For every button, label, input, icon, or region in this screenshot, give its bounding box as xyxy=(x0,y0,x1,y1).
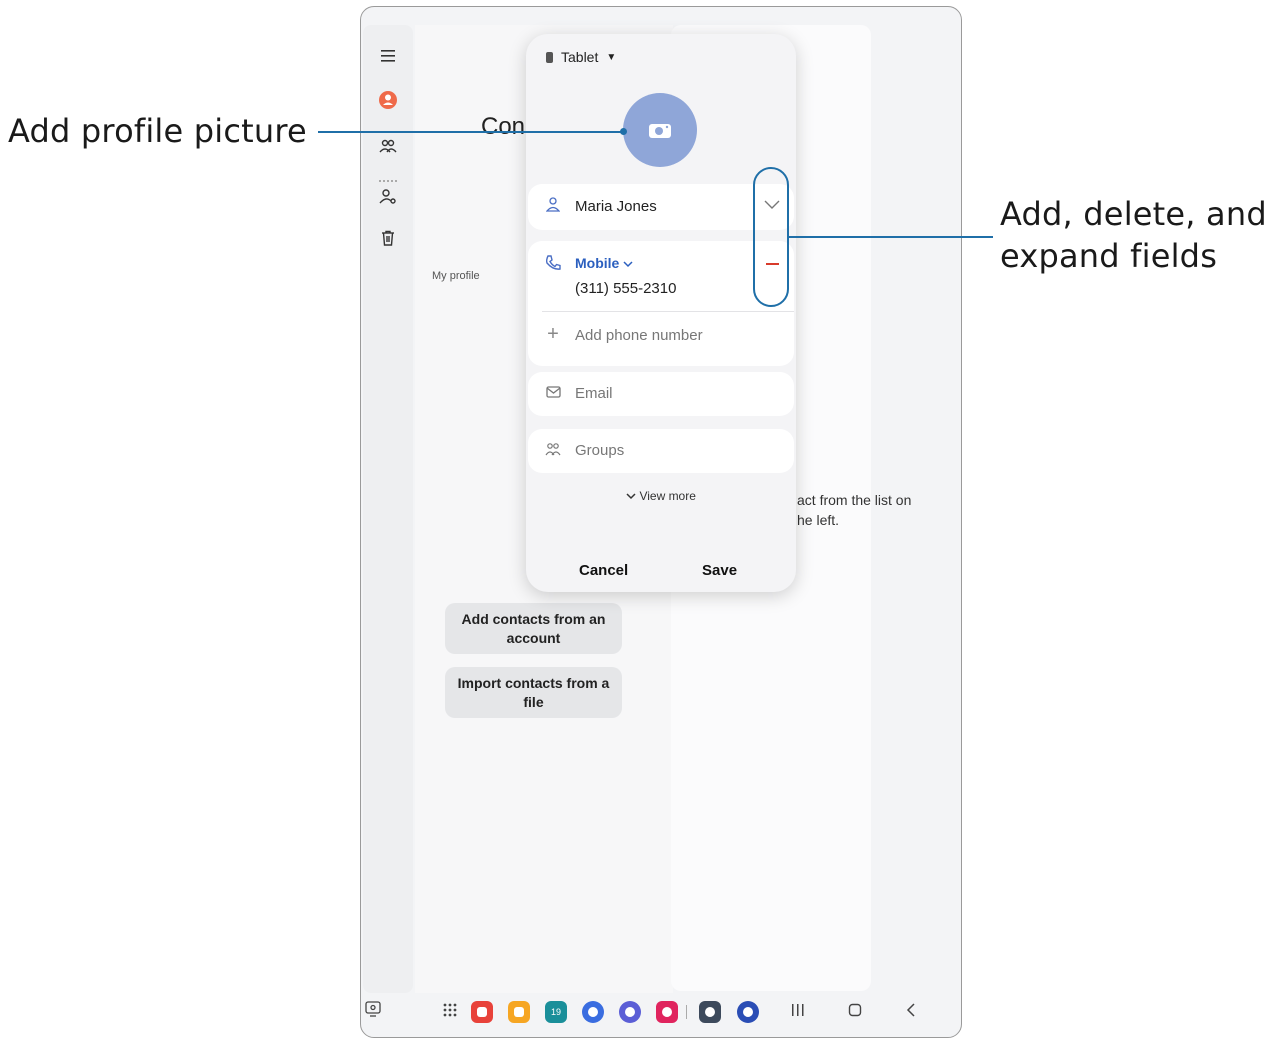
email-input[interactable]: Email xyxy=(575,385,613,402)
groups-field-card: Groups xyxy=(528,429,794,473)
email-field-card: Email xyxy=(528,372,794,416)
chevron-down-icon xyxy=(626,493,636,500)
camera-icon xyxy=(649,124,671,138)
leader-line-fields xyxy=(789,236,993,238)
settings-icon[interactable] xyxy=(699,1001,721,1023)
save-button[interactable]: Save xyxy=(702,562,737,579)
phone-icon xyxy=(544,255,562,275)
tablet-icon xyxy=(546,51,553,63)
menu-icon[interactable] xyxy=(377,45,399,67)
recent-apps-button[interactable] xyxy=(791,1003,805,1022)
edge-panel-icon[interactable] xyxy=(365,1001,381,1022)
storage-location-selector[interactable]: Tablet ▼ xyxy=(546,49,616,65)
dock-divider xyxy=(686,1005,687,1019)
contacts-icon[interactable] xyxy=(377,135,399,157)
messages-icon[interactable] xyxy=(582,1001,604,1023)
chevron-down-icon xyxy=(623,261,633,268)
add-contacts-from-account-button[interactable]: Add contacts from an account xyxy=(445,603,622,654)
screen-recorder-icon[interactable] xyxy=(656,1001,678,1023)
back-button[interactable] xyxy=(906,1003,916,1022)
empty-detail-message: act from the list on he left. xyxy=(797,490,961,530)
plus-icon: + xyxy=(547,323,559,345)
groups-input[interactable]: Groups xyxy=(575,442,624,459)
name-input[interactable]: Maria Jones xyxy=(575,198,657,215)
home-button[interactable] xyxy=(848,1003,862,1022)
my-profile-label: My profile xyxy=(432,270,480,282)
taskbar: 19 xyxy=(361,995,961,1035)
callout-add-profile-picture: Add profile picture xyxy=(8,112,307,150)
navigation-rail xyxy=(363,25,413,993)
profile-icon[interactable] xyxy=(377,89,399,111)
phone-type-selector[interactable]: Mobile xyxy=(575,255,633,271)
empty-line-2: he left. xyxy=(797,512,840,528)
create-contact-dialog: Tablet ▼ Maria Jones Mobile (311) 555-23… xyxy=(526,34,796,592)
person-icon xyxy=(544,196,562,216)
view-more-label: View more xyxy=(639,489,696,503)
phone-input[interactable]: (311) 555-2310 xyxy=(575,280,676,297)
dropdown-arrow-icon: ▼ xyxy=(606,51,617,63)
divider xyxy=(379,180,397,182)
cancel-button[interactable]: Cancel xyxy=(579,562,628,579)
import-contacts-from-file-button[interactable]: Import contacts from a file xyxy=(445,667,622,718)
calendar-icon[interactable]: 19 xyxy=(545,1001,567,1023)
leader-dot-profile xyxy=(620,128,627,135)
phone-type-label: Mobile xyxy=(575,255,620,271)
callout-bracket-fields xyxy=(753,167,789,307)
profile-picture-button[interactable] xyxy=(623,93,697,167)
storage-label: Tablet xyxy=(561,49,599,65)
page-title: Con xyxy=(481,113,526,140)
trash-icon[interactable] xyxy=(377,227,399,249)
app-orange-icon[interactable] xyxy=(508,1001,530,1023)
app-red-icon[interactable] xyxy=(471,1001,493,1023)
internet-icon[interactable] xyxy=(619,1001,641,1023)
callout-add-delete-expand-line1: Add, delete, and xyxy=(1000,195,1267,233)
app-drawer-icon[interactable] xyxy=(443,1003,457,1022)
add-phone-number-button[interactable]: Add phone number xyxy=(575,327,703,344)
groups-icon xyxy=(544,442,562,460)
person-settings-icon[interactable] xyxy=(377,185,399,207)
callout-add-delete-expand-line2: expand fields xyxy=(1000,237,1218,275)
mail-icon xyxy=(544,385,562,402)
view-more-button[interactable]: View more xyxy=(526,489,796,503)
galaxy-store-icon[interactable] xyxy=(737,1001,759,1023)
divider xyxy=(542,311,794,312)
tablet-frame: Con My profile act from the list on he l… xyxy=(360,6,962,1038)
empty-line-1: act from the list on xyxy=(797,492,912,508)
leader-line-profile xyxy=(318,131,625,133)
